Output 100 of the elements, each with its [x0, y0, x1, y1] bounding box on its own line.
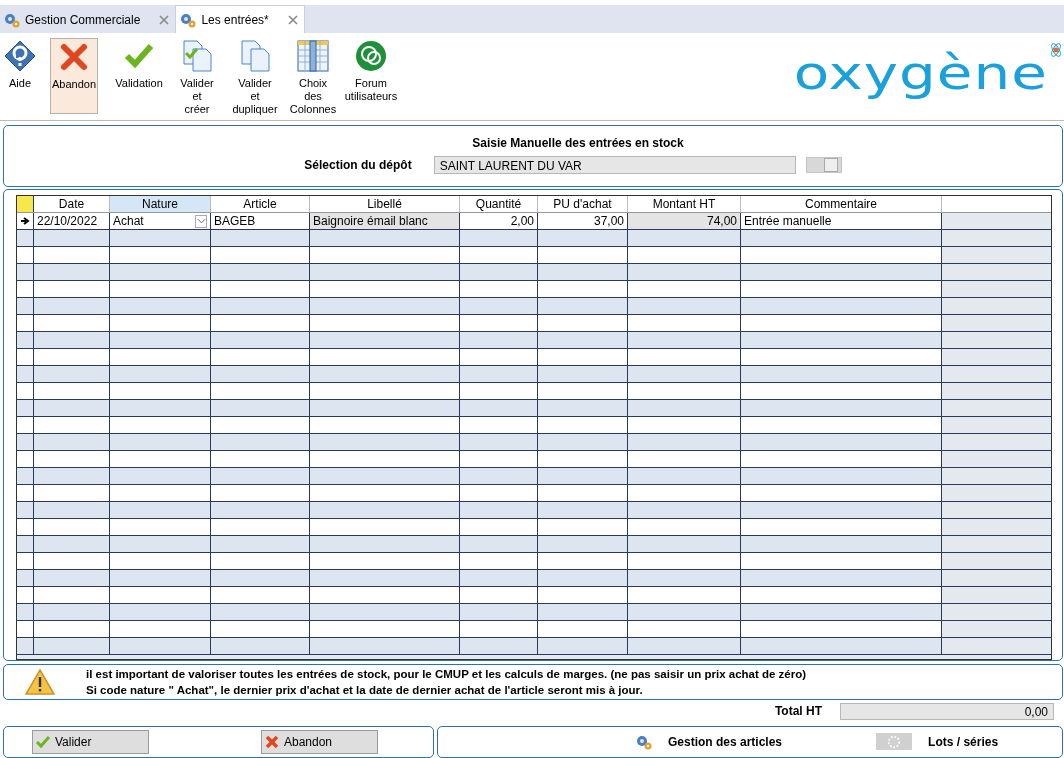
table-cell[interactable] — [211, 502, 310, 519]
table-cell[interactable] — [211, 604, 310, 621]
row-selector[interactable] — [17, 468, 34, 485]
table-cell[interactable] — [310, 638, 460, 655]
row-selector[interactable] — [17, 570, 34, 587]
table-cell[interactable] — [460, 451, 538, 468]
table-cell[interactable] — [211, 315, 310, 332]
table-cell[interactable] — [310, 400, 460, 417]
table-cell[interactable] — [538, 400, 628, 417]
row-selector[interactable] — [17, 451, 34, 468]
table-cell[interactable] — [110, 536, 211, 553]
table-cell[interactable] — [110, 247, 211, 264]
row-selector[interactable] — [17, 587, 34, 604]
table-cell[interactable] — [460, 587, 538, 604]
table-cell[interactable] — [460, 230, 538, 247]
table-cell[interactable] — [34, 417, 110, 434]
table-cell[interactable] — [110, 315, 211, 332]
table-cell[interactable] — [310, 451, 460, 468]
column-header[interactable]: Nature — [110, 196, 211, 213]
table-cell[interactable] — [34, 604, 110, 621]
table-cell[interactable] — [628, 332, 741, 349]
bottom-button[interactable]: Valider — [32, 729, 149, 754]
table-cell[interactable] — [741, 332, 942, 349]
table-cell[interactable] — [460, 247, 538, 264]
table-cell[interactable] — [310, 536, 460, 553]
table-cell[interactable] — [34, 553, 110, 570]
table-cell[interactable] — [538, 553, 628, 570]
table-cell[interactable] — [110, 502, 211, 519]
table-cell[interactable] — [538, 315, 628, 332]
table-cell[interactable] — [310, 587, 460, 604]
table-cell[interactable] — [110, 638, 211, 655]
table-cell[interactable] — [460, 298, 538, 315]
table-cell[interactable] — [628, 536, 741, 553]
table-cell[interactable] — [211, 434, 310, 451]
row-selector[interactable] — [17, 502, 34, 519]
table-cell[interactable] — [628, 604, 741, 621]
table-cell[interactable] — [211, 264, 310, 281]
row-selector[interactable] — [17, 434, 34, 451]
table-cell[interactable] — [211, 281, 310, 298]
table-cell[interactable] — [211, 366, 310, 383]
table-cell[interactable]: Achat — [110, 213, 211, 230]
table-cell[interactable] — [34, 451, 110, 468]
table-cell[interactable] — [628, 349, 741, 366]
table-cell[interactable] — [628, 434, 741, 451]
table-cell[interactable] — [741, 638, 942, 655]
table-cell[interactable] — [741, 230, 942, 247]
table-cell[interactable] — [110, 366, 211, 383]
table-cell[interactable] — [110, 621, 211, 638]
table-cell[interactable] — [110, 230, 211, 247]
table-cell[interactable] — [460, 400, 538, 417]
table-cell[interactable] — [310, 349, 460, 366]
table-cell[interactable] — [34, 315, 110, 332]
table-cell[interactable] — [34, 366, 110, 383]
table-cell[interactable] — [538, 332, 628, 349]
close-icon[interactable] — [159, 14, 170, 25]
table-cell[interactable] — [110, 332, 211, 349]
table-cell[interactable] — [741, 417, 942, 434]
table-cell[interactable]: 37,00 — [538, 213, 628, 230]
table-cell[interactable] — [34, 434, 110, 451]
table-cell[interactable] — [110, 281, 211, 298]
table-cell[interactable] — [538, 247, 628, 264]
row-selector[interactable] — [17, 485, 34, 502]
table-cell[interactable] — [460, 502, 538, 519]
row-selector[interactable] — [17, 264, 34, 281]
table-cell[interactable] — [460, 468, 538, 485]
table-cell[interactable] — [110, 400, 211, 417]
table-cell[interactable] — [538, 536, 628, 553]
table-cell[interactable] — [310, 434, 460, 451]
table-cell[interactable] — [310, 570, 460, 587]
toolbar-button[interactable]: Aide — [0, 38, 40, 115]
table-cell[interactable] — [34, 230, 110, 247]
table-cell[interactable] — [741, 570, 942, 587]
row-selector[interactable] — [17, 400, 34, 417]
table-cell[interactable] — [538, 298, 628, 315]
row-selector[interactable] — [17, 621, 34, 638]
table-cell[interactable] — [310, 315, 460, 332]
table-cell[interactable] — [460, 638, 538, 655]
table-cell[interactable] — [460, 536, 538, 553]
table-cell[interactable] — [741, 247, 942, 264]
table-cell[interactable] — [741, 621, 942, 638]
table-cell[interactable] — [741, 536, 942, 553]
table-cell[interactable]: Entrée manuelle — [741, 213, 942, 230]
table-cell[interactable] — [628, 502, 741, 519]
table-cell[interactable] — [741, 553, 942, 570]
table-cell[interactable] — [538, 281, 628, 298]
table-cell[interactable] — [310, 604, 460, 621]
table-cell[interactable] — [538, 485, 628, 502]
table-cell[interactable] — [110, 383, 211, 400]
table-cell[interactable] — [110, 468, 211, 485]
table-cell[interactable] — [538, 264, 628, 281]
table-cell[interactable] — [741, 502, 942, 519]
table-cell[interactable] — [538, 468, 628, 485]
tab[interactable]: Gestion Commerciale — [0, 6, 176, 34]
table-cell[interactable] — [538, 434, 628, 451]
table-cell[interactable] — [460, 383, 538, 400]
table-cell[interactable] — [628, 264, 741, 281]
table-cell[interactable] — [628, 570, 741, 587]
table-cell[interactable] — [310, 230, 460, 247]
table-cell[interactable] — [34, 332, 110, 349]
table-cell[interactable] — [460, 570, 538, 587]
